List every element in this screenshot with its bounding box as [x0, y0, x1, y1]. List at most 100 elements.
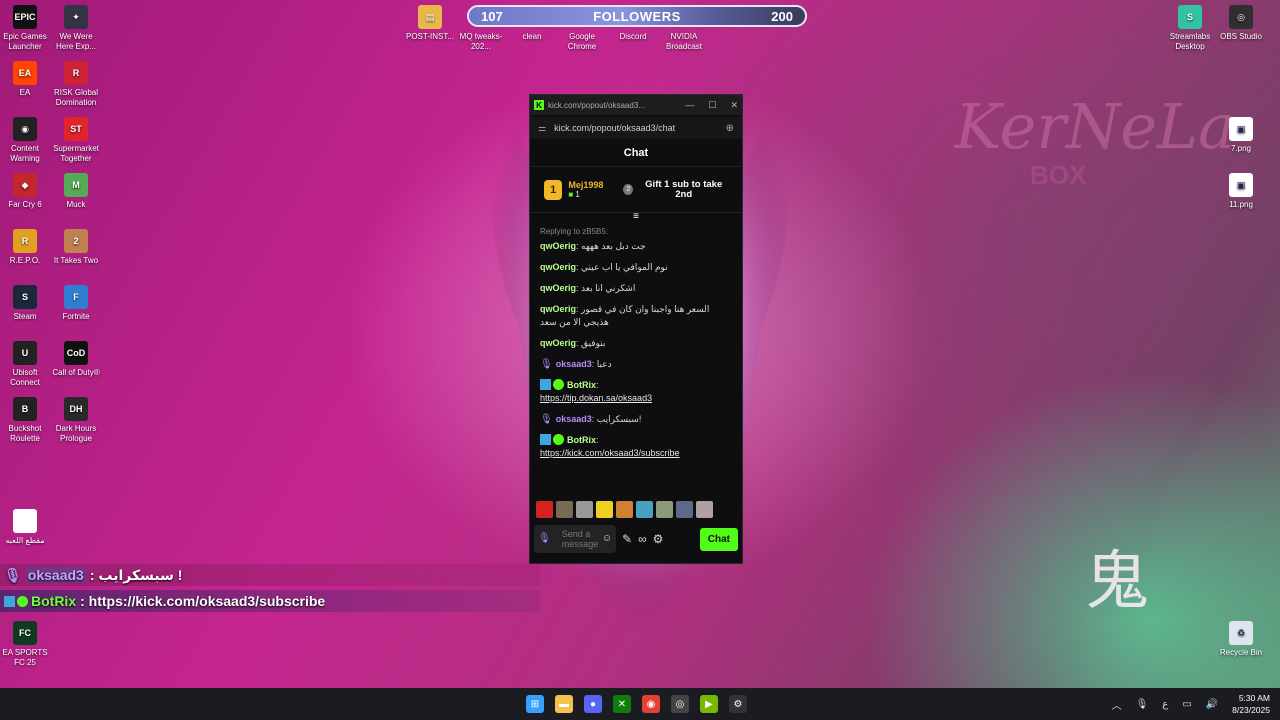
pin-icon[interactable]: ✎ [622, 532, 632, 546]
overlay-text: : سبسكرايب ! [89, 566, 183, 583]
chat-text: نوم الموافي يا اب عيني [581, 262, 668, 272]
desktop-icon[interactable]: CoD Call of Duty® [50, 341, 102, 378]
desktop-icon[interactable]: ◎ OBS Studio [1215, 5, 1267, 42]
app-icon [13, 509, 37, 533]
network-icon[interactable]: ▭ [1182, 699, 1191, 710]
clock[interactable]: 5:30 AM 8/23/2025 [1232, 692, 1270, 716]
zoom-icon[interactable]: ⊕ [726, 123, 734, 134]
app-icon: FC [13, 621, 37, 645]
app-icon: S [1178, 5, 1202, 29]
discord-icon[interactable]: ● [584, 695, 602, 713]
emote-item[interactable] [656, 501, 673, 518]
file-explorer-icon[interactable]: ▬ [555, 695, 573, 713]
desktop-icon[interactable]: ▤ POST-INST... [404, 5, 456, 42]
chat-username[interactable]: qwOerig [540, 262, 576, 272]
overlay-chat-row: 🎙 oksaad3 : سبسكرايب ! [0, 564, 540, 586]
desktop-icon-label: R.E.P.O. [9, 256, 41, 265]
desktop-icon[interactable]: DH Dark Hours Prologue [50, 397, 102, 444]
emote-bar[interactable] [536, 501, 713, 518]
emote-item[interactable] [696, 501, 713, 518]
desktop-icon[interactable]: ◉ Content Warning [0, 117, 51, 164]
desktop-icon[interactable]: ◆ Far Cry 6 [0, 173, 51, 210]
clock-time: 5:30 AM [1238, 693, 1270, 703]
gift-icon: ■ [568, 190, 574, 199]
gifter-name[interactable]: Mej1998 [568, 180, 603, 190]
collapse-icon[interactable]: ≡ [530, 212, 742, 225]
emote-item[interactable] [676, 501, 693, 518]
desktop-icon-label: Fortnite [62, 312, 90, 321]
xbox-icon[interactable]: ✕ [613, 695, 631, 713]
emote-item[interactable] [596, 501, 613, 518]
bot-badge-icon [540, 434, 551, 445]
desktop-icon[interactable]: EA EA [0, 61, 51, 98]
rank-badge: 1 [544, 179, 563, 200]
followers-goal-bar: 107 FOLLOWERS 200 [467, 5, 807, 27]
obs-icon[interactable]: ◎ [671, 695, 689, 713]
chevron-up-icon[interactable]: ︿ [1112, 697, 1122, 712]
emote-item[interactable] [616, 501, 633, 518]
desktop-icon[interactable]: ♻ Recycle Bin [1215, 621, 1267, 658]
chat-username[interactable]: oksaad3 [556, 414, 592, 424]
desktop-icon[interactable]: S Steam [0, 285, 51, 322]
chat-link[interactable]: https://kick.com/oksaad3/subscribe [540, 448, 680, 458]
desktop-icon[interactable]: M Muck [50, 173, 102, 210]
desktop-icon[interactable]: U Ubisoft Connect [0, 341, 51, 388]
chat-username[interactable]: qwOerig [540, 283, 576, 293]
volume-icon[interactable]: 🔊 [1206, 699, 1218, 710]
chat-username[interactable]: BotRix [567, 435, 596, 445]
gifter-count: 1 [575, 190, 580, 199]
desktop-icon[interactable]: ST Supermarket Together [50, 117, 102, 164]
settings-icon[interactable]: ⚙ [729, 695, 747, 713]
chat-send-button[interactable]: Chat [699, 527, 738, 551]
chrome-icon[interactable]: ◉ [642, 695, 660, 713]
infinity-icon[interactable]: ∞ [638, 532, 647, 546]
start-icon[interactable]: ⊞ [526, 695, 544, 713]
desktop-icon[interactable]: FC EA SPORTS FC 25 [0, 621, 51, 668]
emoji-icon[interactable]: ☺ [602, 534, 612, 544]
maximize-icon[interactable]: ☐ [708, 100, 716, 111]
desktop-icon-label: clean [522, 32, 542, 41]
desktop-icon-label: NVIDIA Broadcast [665, 32, 703, 51]
message-input[interactable]: 🎙 Send a message ☺ [534, 525, 616, 553]
chat-text: جت دبل بعد هههه [581, 241, 646, 251]
desktop-icon[interactable]: ▣ 11.png [1215, 173, 1267, 210]
chat-username[interactable]: oksaad3 [556, 359, 592, 369]
chat-username[interactable]: BotRix [567, 380, 596, 390]
desktop-icon[interactable]: EPIC Epic Games Launcher [0, 5, 51, 52]
emote-item[interactable] [536, 501, 553, 518]
desktop-icon[interactable]: مقطع اللعبه [0, 509, 51, 546]
url-text[interactable]: kick.com/popout/oksaad3/chat [554, 123, 675, 133]
desktop-icon[interactable]: B Buckshot Roulette [0, 397, 51, 444]
emote-item[interactable] [576, 501, 593, 518]
mic-icon: 🎙 [4, 566, 22, 583]
chat-username[interactable]: qwOerig [540, 241, 576, 251]
gear-icon[interactable]: ⚙ [653, 532, 664, 546]
chat-username[interactable]: qwOerig [540, 338, 576, 348]
chat-link[interactable]: https://tip.dokan.sa/oksaad3 [540, 393, 652, 403]
kick-chat-window[interactable]: K kick.com/popout/oksaad3... — ☐ ✕ ⚌ kic… [529, 94, 743, 564]
mic-icon[interactable]: 🎙 [1136, 699, 1149, 710]
minimize-icon[interactable]: — [685, 100, 694, 111]
desktop-icon[interactable]: ✦ We Were Here Exp... [50, 5, 102, 52]
desktop-icon[interactable]: R RISK Global Domination [50, 61, 102, 108]
chat-username[interactable]: qwOerig [540, 304, 576, 314]
desktop-icon[interactable]: 2 It Takes Two [50, 229, 102, 266]
desktop-icon[interactable]: ▣ 7.png [1215, 117, 1267, 154]
language-indicator[interactable]: ع [1162, 699, 1168, 710]
site-settings-icon[interactable]: ⚌ [538, 123, 546, 134]
window-title: kick.com/popout/oksaad3... [548, 100, 645, 110]
chat-input-bar: 🎙 Send a message ☺ ✎ ∞ ⚙ Chat [534, 524, 738, 554]
app-icon: ▣ [1229, 117, 1253, 141]
emote-item[interactable] [636, 501, 653, 518]
close-icon[interactable]: ✕ [730, 100, 738, 111]
app-icon: ◆ [13, 173, 37, 197]
desktop-icon[interactable]: R R.E.P.O. [0, 229, 51, 266]
clock-date: 8/23/2025 [1232, 705, 1270, 715]
nvidia-icon[interactable]: ▶ [700, 695, 718, 713]
window-titlebar[interactable]: K kick.com/popout/oksaad3... — ☐ ✕ [530, 95, 742, 115]
address-bar[interactable]: ⚌ kick.com/popout/oksaad3/chat ⊕ [530, 117, 742, 139]
desktop-icon[interactable]: F Fortnite [50, 285, 102, 322]
separator: : [596, 435, 599, 445]
desktop-icon[interactable]: S Streamlabs Desktop [1164, 5, 1216, 52]
emote-item[interactable] [556, 501, 573, 518]
